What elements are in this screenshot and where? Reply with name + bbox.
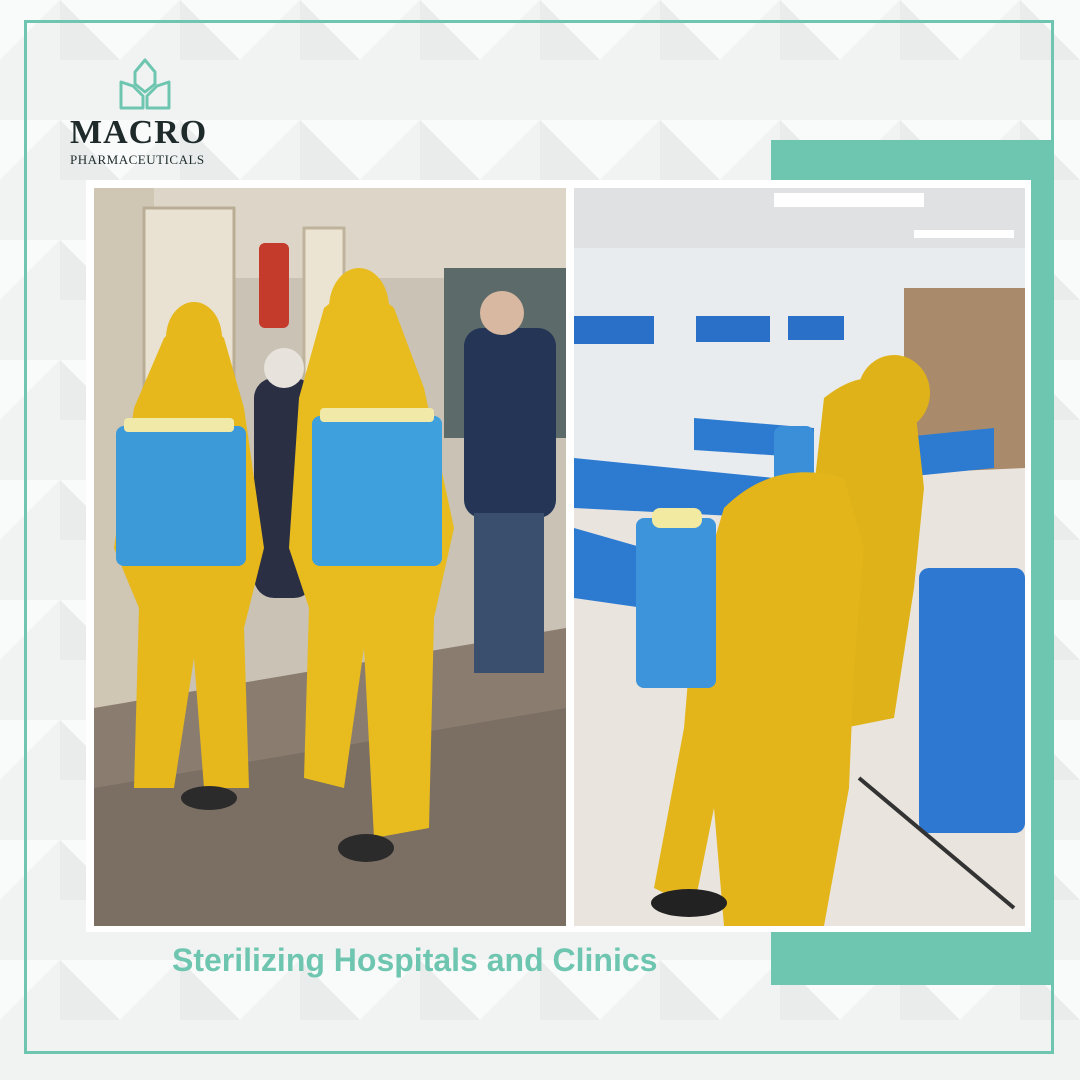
caption-text: Sterilizing Hospitals and Clinics [172,942,658,978]
brand-tagline: PHARMACEUTICALS [70,152,205,167]
brand-name: MACRO [70,114,208,151]
corridor-spraying-photo [94,188,566,926]
brand-logo: MACRO PHARMACEUTICALS [70,56,220,168]
ward-spraying-photo [574,188,1025,926]
photo-panel [86,180,1031,932]
leaf-logo-icon [119,58,171,110]
